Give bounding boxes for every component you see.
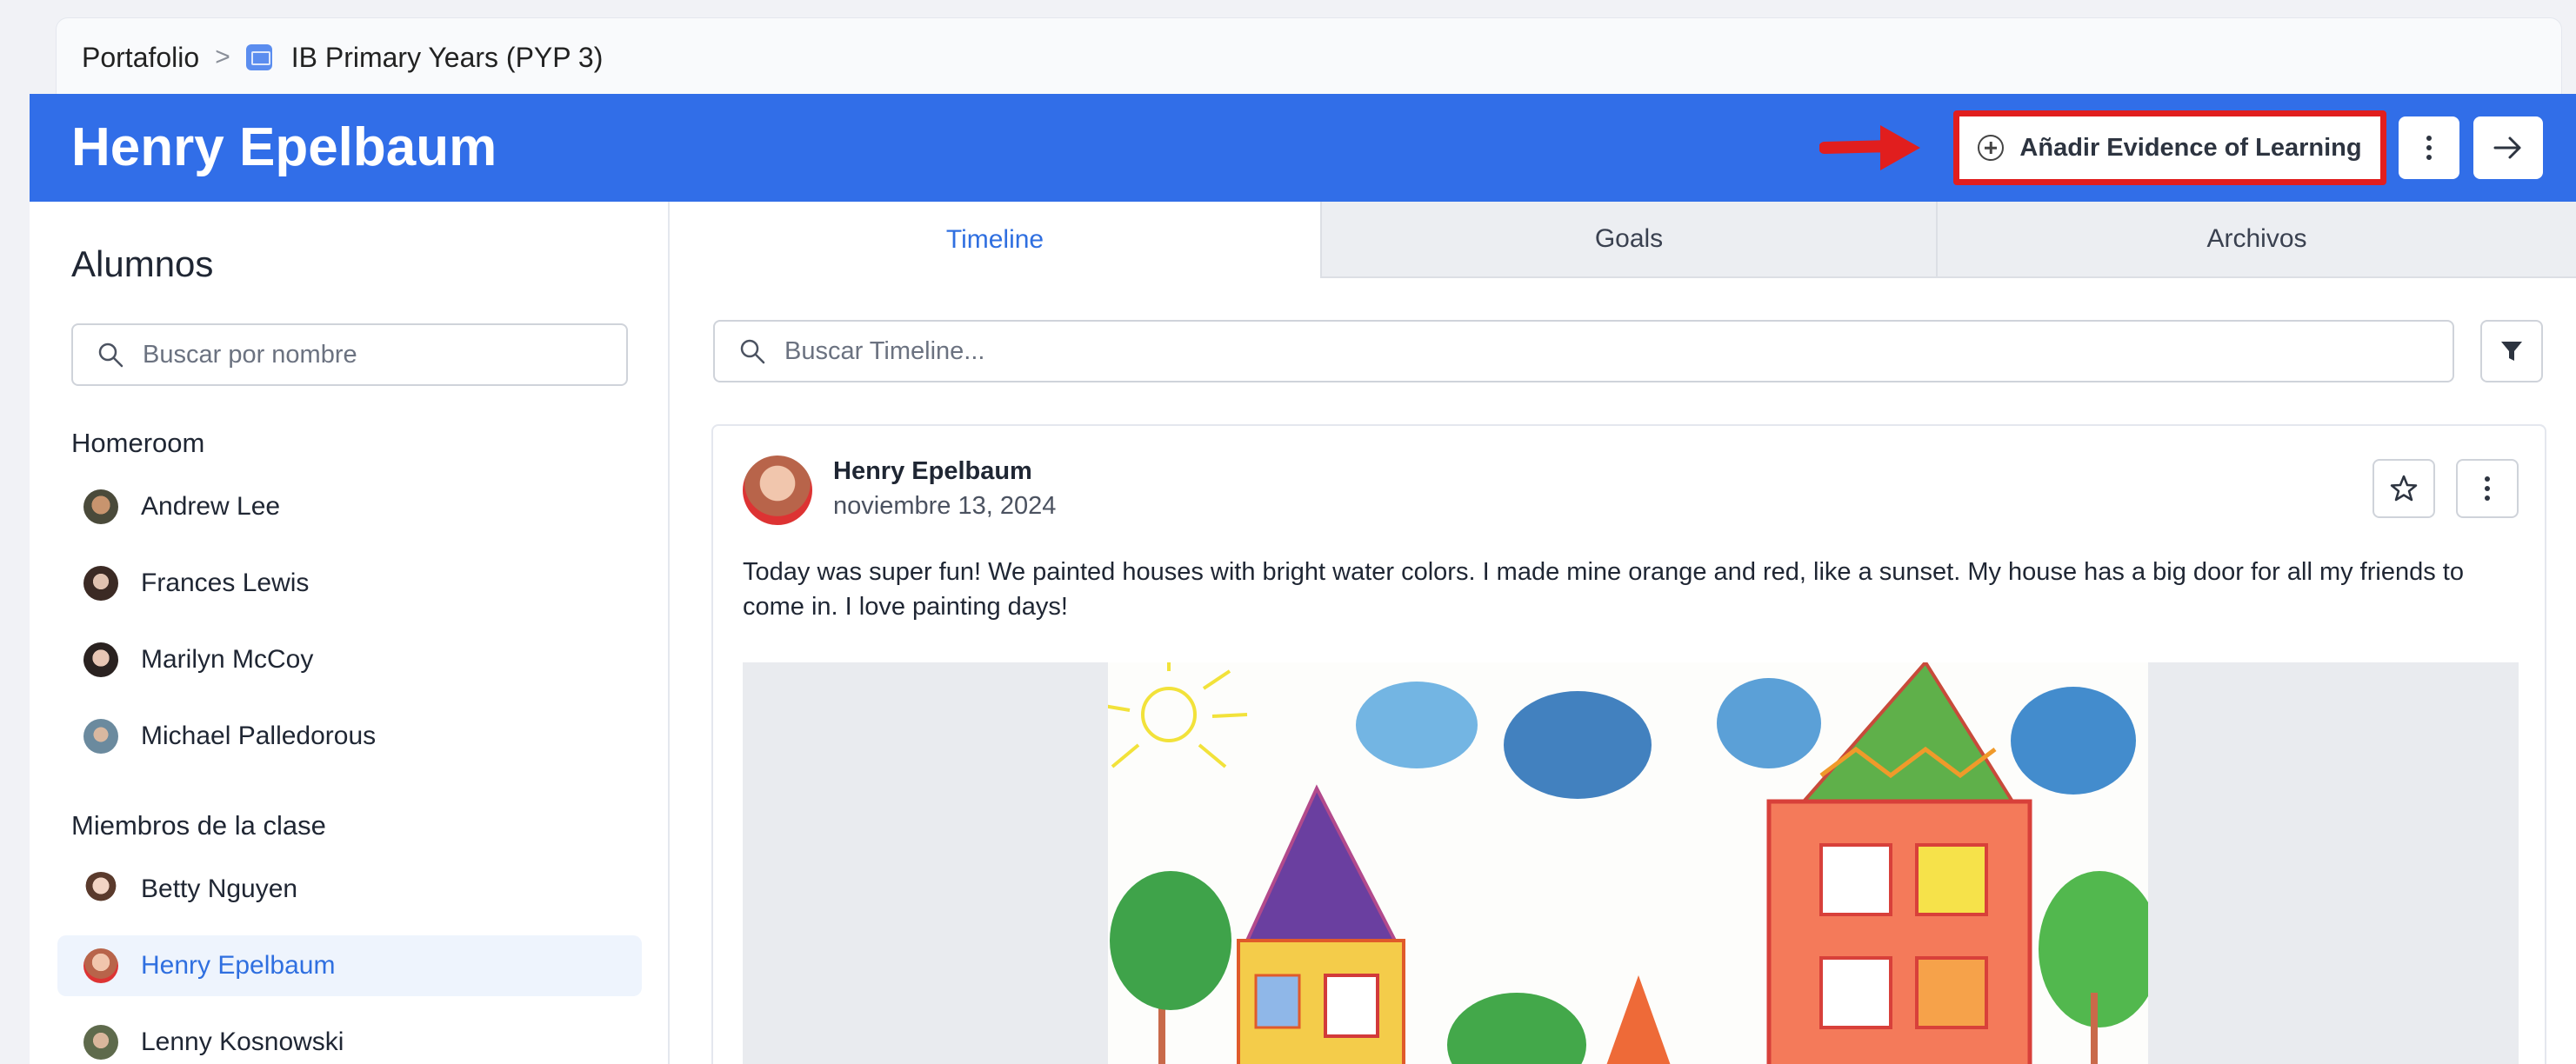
sidebar-title: Alumnos [71,243,214,284]
portfolio-tabs: Timeline Goals Archivos [670,202,2576,278]
tab-archivos[interactable]: Archivos [1936,202,2576,278]
timeline-panel: Buscar Timeline... Henry Epelbaum noviem… [670,278,2576,1064]
student-name: Lenny Kosnowski [141,1027,344,1056]
student-list-item[interactable]: Marilyn McCoy [57,629,642,690]
students-sidebar: Alumnos Buscar por nombre Homeroom Andre… [30,202,670,1064]
post-author: Henry Epelbaum [833,457,1032,485]
timeline-search-input[interactable]: Buscar Timeline... [713,320,2454,382]
post-date: noviembre 13, 2024 [833,492,1057,520]
breadcrumb-course-link[interactable]: IB Primary Years (PYP 3) [291,42,604,74]
star-icon [2390,475,2418,502]
add-evidence-button[interactable]: Añadir Evidence of Learning [1953,110,2386,185]
red-arrow-annotation-icon [1819,125,1920,170]
favorite-button[interactable] [2372,459,2435,518]
student-list-item[interactable]: Frances Lewis [57,553,642,614]
next-student-button[interactable] [2473,116,2543,179]
student-list-item[interactable]: Michael Palledorous [57,706,642,767]
student-list-item[interactable]: Andrew Lee [57,476,642,537]
filter-icon [2501,342,2522,361]
course-icon [245,44,272,70]
student-name: Betty Nguyen [141,874,298,903]
student-search-input[interactable]: Buscar por nombre [71,323,628,386]
student-name: Michael Palledorous [141,722,377,750]
avatar [83,719,118,754]
plus-circle-icon [1978,135,2005,161]
timeline-search-placeholder: Buscar Timeline... [784,336,985,365]
avatar [83,489,118,524]
student-name-title: Henry Epelbaum [71,117,497,177]
tab-timeline[interactable]: Timeline [670,202,1320,278]
filter-button[interactable] [2480,320,2543,382]
student-name: Frances Lewis [141,569,310,597]
header-more-button[interactable] [2399,116,2459,179]
post-image-frame[interactable] [743,662,2519,1064]
avatar [83,566,118,601]
search-icon [98,342,123,368]
avatar [83,642,118,677]
search-icon [740,339,765,364]
post-more-button[interactable] [2456,459,2519,518]
avatar [83,872,118,907]
kebab-icon [2426,136,2432,160]
student-name: Andrew Lee [141,492,281,521]
student-name: Marilyn McCoy [141,645,314,674]
post-text: Today was super fun! We painted houses w… [743,558,2464,621]
group-label-class-members: Miembros de la clase [71,810,326,841]
arrow-right-icon [2493,136,2521,159]
add-evidence-label: Añadir Evidence of Learning [2019,133,2362,162]
kebab-icon [2485,476,2490,501]
avatar [83,1025,118,1060]
student-list-item[interactable]: Lenny Kosnowski [57,1012,642,1064]
breadcrumb-separator-icon: > [215,43,230,71]
avatar [743,456,812,525]
group-label-homeroom: Homeroom [71,428,205,458]
avatar [83,948,118,983]
timeline-post: Henry Epelbaum noviembre 13, 2024 Today … [711,424,2546,1064]
student-search-placeholder: Buscar por nombre [143,340,357,369]
student-list-item-selected[interactable]: Henry Epelbaum [57,935,642,996]
breadcrumb-root-link[interactable]: Portafolio [82,42,199,74]
student-name: Henry Epelbaum [141,951,336,980]
house-painting-image [1108,662,2148,1064]
breadcrumb: Portafolio > IB Primary Years (PYP 3) [82,37,603,78]
tab-goals[interactable]: Goals [1320,202,1936,278]
student-list-item[interactable]: Betty Nguyen [57,859,642,920]
